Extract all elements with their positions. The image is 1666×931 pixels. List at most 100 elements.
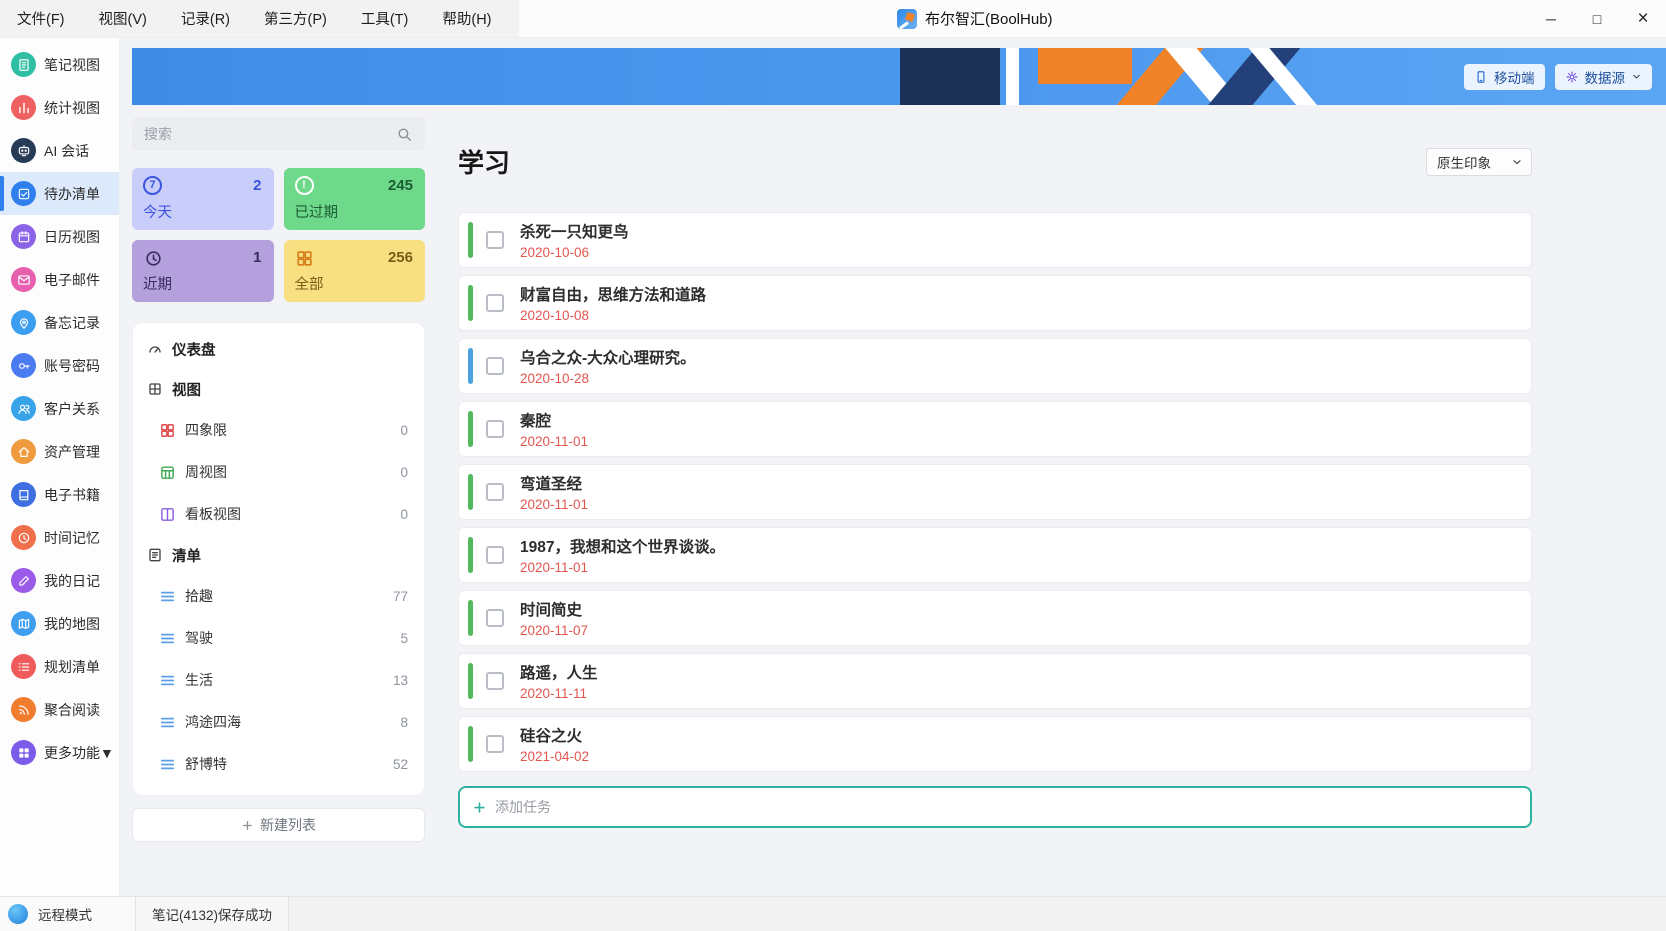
task-text: 硅谷之火 2021-04-02 bbox=[520, 724, 589, 764]
view-item-week[interactable]: 周视图 0 bbox=[133, 451, 424, 493]
task-checkbox[interactable] bbox=[486, 294, 504, 312]
views-section-header[interactable]: 视图 bbox=[133, 369, 424, 409]
status-left: 远程模式 bbox=[0, 897, 135, 931]
sidebar-item-todo-list[interactable]: 待办清单 bbox=[0, 172, 119, 215]
minimize-button[interactable]: ─ bbox=[1528, 0, 1574, 37]
sidebar-item-notes-view[interactable]: 笔记视图 bbox=[0, 43, 119, 86]
lists-section-header[interactable]: 清单 bbox=[133, 535, 424, 575]
task-row[interactable]: 乌合之众-大众心理研究。 2020-10-28 bbox=[458, 338, 1532, 394]
ai-chat-icon bbox=[11, 138, 36, 163]
dashboard-item[interactable]: 仪表盘 bbox=[133, 329, 424, 369]
todo-icon bbox=[11, 181, 36, 206]
views-section-label: 视图 bbox=[172, 382, 201, 399]
view-item-label: 周视图 bbox=[185, 464, 227, 480]
sidebar-item-calendar-view[interactable]: 日历视图 bbox=[0, 215, 119, 258]
close-button[interactable]: × bbox=[1620, 0, 1666, 37]
sidebar-item-label: 备忘记录 bbox=[44, 314, 100, 331]
app-title-group: 布尔智汇(BoolHub) bbox=[897, 0, 1053, 37]
task-row[interactable]: 硅谷之火 2021-04-02 bbox=[458, 716, 1532, 772]
all-grid-icon bbox=[295, 248, 315, 268]
stat-card-all[interactable]: 256 全部 bbox=[283, 240, 425, 302]
stat-card-today[interactable]: 7 2 今天 bbox=[132, 168, 274, 230]
mobile-button[interactable]: 移动端 bbox=[1464, 63, 1545, 90]
menu-thirdparty[interactable]: 第三方(P) bbox=[247, 0, 344, 37]
task-checkbox[interactable] bbox=[486, 609, 504, 627]
list-lines-icon bbox=[160, 591, 175, 601]
view-item-count: 0 bbox=[400, 422, 408, 438]
task-checkbox[interactable] bbox=[486, 672, 504, 690]
new-list-button[interactable]: 新建列表 bbox=[132, 808, 425, 842]
add-task-input[interactable] bbox=[495, 799, 1518, 815]
sidebar-item-diary[interactable]: 我的日记 bbox=[0, 559, 119, 602]
stat-card-recent[interactable]: 1 近期 bbox=[132, 240, 274, 302]
sidebar-item-reading[interactable]: 聚合阅读 bbox=[0, 688, 119, 731]
list-item[interactable]: 驾驶 5 bbox=[133, 617, 424, 659]
task-row[interactable]: 杀死一只知更鸟 2020-10-06 bbox=[458, 212, 1532, 268]
sidebar-item-passwords[interactable]: 账号密码 bbox=[0, 344, 119, 387]
list-lines-icon bbox=[160, 717, 175, 727]
book-icon bbox=[11, 482, 36, 507]
sidebar-item-assets[interactable]: 资产管理 bbox=[0, 430, 119, 473]
view-item-count: 0 bbox=[400, 464, 408, 480]
list-item[interactable]: 鸿途四海 8 bbox=[133, 701, 424, 743]
banner-shape bbox=[1038, 48, 1132, 84]
sidebar-item-ebooks[interactable]: 电子书籍 bbox=[0, 473, 119, 516]
task-due-date: 2020-11-01 bbox=[520, 497, 589, 512]
list-item[interactable]: 拾趣 77 bbox=[133, 575, 424, 617]
sidebar-item-map[interactable]: 我的地图 bbox=[0, 602, 119, 645]
calendar-icon bbox=[11, 224, 36, 249]
task-row[interactable]: 弯道圣经 2020-11-01 bbox=[458, 464, 1532, 520]
app-logo-icon bbox=[897, 8, 917, 29]
menu-file[interactable]: 文件(F) bbox=[0, 0, 82, 37]
task-checkbox[interactable] bbox=[486, 483, 504, 501]
search-input[interactable] bbox=[144, 126, 388, 142]
status-bar: 远程模式 笔记(4132)保存成功 bbox=[0, 896, 1666, 931]
search-box[interactable] bbox=[132, 117, 425, 151]
menu-view[interactable]: 视图(V) bbox=[82, 0, 164, 37]
list-item[interactable]: 舒博特 52 bbox=[133, 743, 424, 785]
pin-icon bbox=[11, 310, 36, 335]
sidebar-item-email[interactable]: 电子邮件 bbox=[0, 258, 119, 301]
maximize-button[interactable]: □ bbox=[1574, 0, 1620, 37]
sidebar-item-label: 时间记忆 bbox=[44, 529, 100, 546]
view-item-quadrants[interactable]: 四象限 0 bbox=[133, 409, 424, 451]
today-icon: 7 bbox=[143, 176, 162, 195]
task-checkbox[interactable] bbox=[486, 546, 504, 564]
task-due-date: 2020-11-01 bbox=[520, 560, 589, 575]
view-mode-dropdown[interactable]: 原生印象 bbox=[1426, 147, 1532, 176]
sidebar-item-stats-view[interactable]: 统计视图 bbox=[0, 86, 119, 129]
task-accent-bar bbox=[468, 222, 473, 258]
task-row[interactable]: 1987，我想和这个世界谈谈。 2020-11-01 bbox=[458, 527, 1532, 583]
sidebar-item-ai-chat[interactable]: AI 会话 bbox=[0, 129, 119, 172]
connection-status-icon[interactable] bbox=[8, 904, 28, 924]
task-checkbox[interactable] bbox=[486, 357, 504, 375]
task-title: 秦腔 bbox=[520, 413, 552, 430]
sidebar-item-crm[interactable]: 客户关系 bbox=[0, 387, 119, 430]
menu-help[interactable]: 帮助(H) bbox=[425, 0, 508, 37]
sidebar-item-memo[interactable]: 备忘记录 bbox=[0, 301, 119, 344]
task-text: 杀死一只知更鸟 2020-10-06 bbox=[520, 220, 629, 260]
recent-clock-icon bbox=[143, 248, 163, 268]
view-item-kanban[interactable]: 看板视图 0 bbox=[133, 493, 424, 535]
task-due-date: 2020-11-07 bbox=[520, 623, 589, 638]
navigation-card: 仪表盘 视图 四象限 0 周视图 0 看板视图 0 清单 拾趣 77 驾驶 5 … bbox=[132, 322, 425, 796]
task-row[interactable]: 财富自由，思维方法和道路 2020-10-08 bbox=[458, 275, 1532, 331]
stat-card-overdue[interactable]: ! 245 已过期 bbox=[283, 168, 425, 230]
add-task-bar[interactable] bbox=[458, 786, 1532, 828]
menu-tools[interactable]: 工具(T) bbox=[344, 0, 426, 37]
task-text: 乌合之众-大众心理研究。 2020-10-28 bbox=[520, 346, 696, 386]
datasource-button[interactable]: 数据源 bbox=[1554, 63, 1652, 90]
task-checkbox[interactable] bbox=[486, 231, 504, 249]
task-row[interactable]: 时间简史 2020-11-07 bbox=[458, 590, 1532, 646]
sidebar-item-more[interactable]: 更多功能▼ bbox=[0, 731, 119, 774]
task-checkbox[interactable] bbox=[486, 420, 504, 438]
sidebar-item-planning[interactable]: 规划清单 bbox=[0, 645, 119, 688]
task-checkbox[interactable] bbox=[486, 735, 504, 753]
task-row[interactable]: 秦腔 2020-11-01 bbox=[458, 401, 1532, 457]
task-row[interactable]: 路遥，人生 2020-11-11 bbox=[458, 653, 1532, 709]
list-item[interactable]: 生活 13 bbox=[133, 659, 424, 701]
app-window: 文件(F) 视图(V) 记录(R) 第三方(P) 工具(T) 帮助(H) 布尔智… bbox=[0, 0, 1666, 931]
menu-record[interactable]: 记录(R) bbox=[164, 0, 247, 37]
sidebar-item-time-memory[interactable]: 时间记忆 bbox=[0, 516, 119, 559]
stat-cards: 7 2 今天 ! 245 已过期 1 近期 256 全部 bbox=[132, 168, 425, 302]
